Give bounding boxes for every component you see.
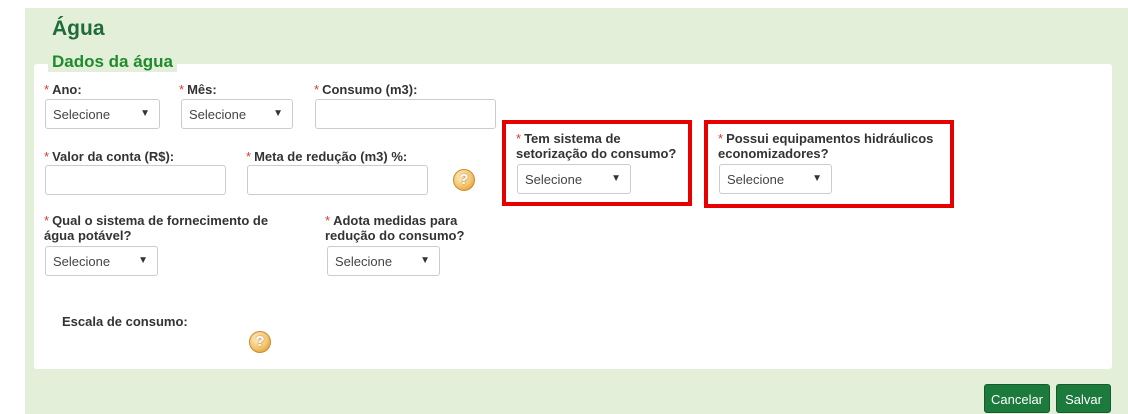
chevron-down-icon: ▼ [611, 173, 621, 184]
valor-conta-label: * Valor da conta (R$): [44, 149, 175, 164]
ano-label: * Ano: [44, 82, 82, 97]
cancel-button[interactable]: Cancelar [984, 384, 1050, 413]
setorizacao-select[interactable]: Selecione ▼ [517, 164, 631, 194]
mes-label: * Mês: [179, 82, 217, 97]
chevron-down-icon: ▼ [138, 255, 148, 266]
chevron-down-icon: ▼ [273, 108, 283, 119]
consumo-label: * Consumo (m3): [314, 82, 418, 97]
meta-reducao-label: * Meta de redução (m3) %: [246, 149, 408, 164]
fornecimento-label: * Qual o sistema de fornecimento de água p… [44, 213, 269, 243]
save-button[interactable]: Salvar [1056, 384, 1111, 413]
valor-conta-input[interactable] [45, 165, 226, 195]
equipamentos-select[interactable]: Selecione ▼ [719, 164, 832, 194]
escala-label: Escala de consumo: [62, 314, 188, 329]
help-icon[interactable]: ? [453, 169, 475, 191]
equipamentos-label: * Possui equipamentos hidráulicos economiz… [718, 131, 934, 161]
chevron-down-icon: ▼ [140, 108, 150, 119]
setorizacao-label: * Tem sistema de setorização do consumo? [516, 131, 677, 161]
section-legend: Dados da água [48, 52, 177, 72]
mes-select[interactable]: Selecione ▼ [181, 99, 293, 129]
consumo-input[interactable] [315, 99, 496, 129]
medidas-select[interactable]: Selecione ▼ [327, 246, 440, 276]
page-title: Água [52, 17, 105, 40]
chevron-down-icon: ▼ [420, 255, 430, 266]
ano-select[interactable]: Selecione ▼ [45, 99, 160, 129]
medidas-label: * Adota medidas para redução do consumo? [325, 213, 465, 243]
fornecimento-select[interactable]: Selecione ▼ [45, 246, 158, 276]
help-icon[interactable]: ? [249, 331, 271, 353]
meta-reducao-input[interactable] [247, 165, 428, 195]
chevron-down-icon: ▼ [812, 173, 822, 184]
